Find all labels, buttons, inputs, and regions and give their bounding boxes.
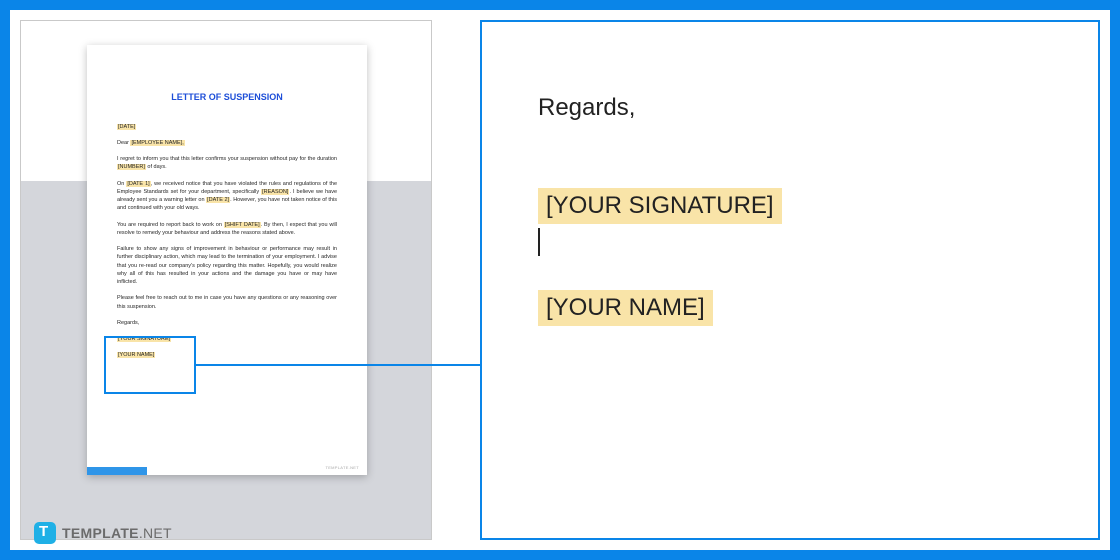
regards-line: Regards, <box>117 319 337 327</box>
callout-highlight-box <box>104 336 196 394</box>
dear-text: Dear <box>117 140 130 146</box>
doc-title: LETTER OF SUSPENSION <box>117 91 337 105</box>
brand-main: TEMPLATE <box>62 525 139 541</box>
thumbnail-panel: LETTER OF SUSPENSION [DATE] Dear [EMPLOY… <box>20 20 432 540</box>
p2a: On <box>117 181 126 187</box>
employee-placeholder: [EMPLOYEE NAME], <box>130 140 184 146</box>
para-4: Failure to show any signs of improvement… <box>117 245 337 286</box>
text-cursor <box>538 228 540 256</box>
brand-text: TEMPLATE.NET <box>62 525 172 541</box>
p3a: You are required to report back to work … <box>117 222 224 228</box>
para-5: Please feel free to reach out to me in c… <box>117 294 337 311</box>
date-line: [DATE] <box>117 123 337 131</box>
spacer <box>538 160 1042 188</box>
brand-icon <box>34 522 56 544</box>
connector-line-h <box>196 364 482 366</box>
zoom-panel: Regards, [YOUR SIGNATURE] [YOUR NAME] <box>480 20 1100 540</box>
brand-suffix: .NET <box>139 525 172 541</box>
shift-placeholder: [SHIFT DATE] <box>224 222 261 228</box>
watermark: TEMPLATE.NET <box>325 465 359 471</box>
zoom-signature-placeholder: [YOUR SIGNATURE] <box>538 188 782 224</box>
reason-placeholder: [REASON] <box>261 189 289 195</box>
para-3: You are required to report back to work … <box>117 221 337 238</box>
zoom-name-placeholder: [YOUR NAME] <box>538 290 713 326</box>
p1a: I regret to inform you that this letter … <box>117 156 337 162</box>
date-placeholder: [DATE] <box>117 124 136 130</box>
date1-placeholder: [DATE 1] <box>126 181 150 187</box>
greeting-line: Dear [EMPLOYEE NAME], <box>117 139 337 147</box>
canvas: LETTER OF SUSPENSION [DATE] Dear [EMPLOY… <box>10 10 1110 550</box>
p1b: of days. <box>146 164 167 170</box>
number-placeholder: [NUMBER] <box>117 164 146 170</box>
document-page: LETTER OF SUSPENSION [DATE] Dear [EMPLOY… <box>87 45 367 475</box>
zoom-regards: Regards, <box>538 94 1042 122</box>
accent-bar <box>87 467 147 475</box>
para-1: I regret to inform you that this letter … <box>117 155 337 172</box>
date2-placeholder: [DATE 2] <box>206 197 230 203</box>
brand-logo: TEMPLATE.NET <box>34 522 172 544</box>
para-2: On [DATE 1], we received notice that you… <box>117 180 337 213</box>
